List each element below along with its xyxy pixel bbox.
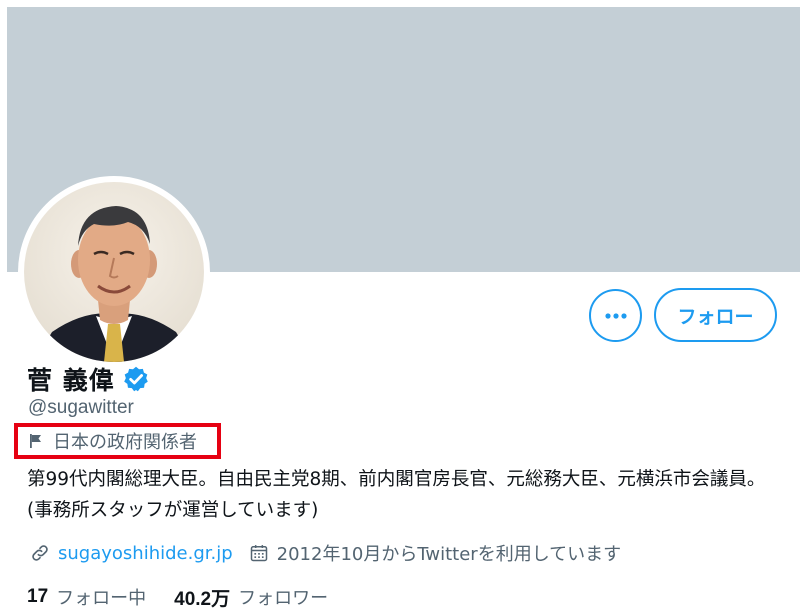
more-dots-icon (604, 312, 627, 319)
government-label[interactable]: 日本の政府関係者 (27, 428, 197, 454)
following-label: フォロー中 (56, 588, 147, 609)
joined-date: 2012年10月からTwitterを利用しています (276, 544, 622, 565)
avatar[interactable] (24, 182, 204, 362)
profile-stats: 17 フォロー中 40.2万 フォロワー (27, 583, 328, 611)
flag-icon (30, 434, 41, 448)
followers-label: フォロワー (238, 588, 329, 609)
followers-count: 40.2万 (174, 588, 231, 610)
website-link[interactable]: sugayoshihide.gr.jp (58, 543, 233, 564)
following-count: 17 (27, 586, 49, 607)
link-icon (32, 545, 48, 561)
verified-badge-icon[interactable] (122, 365, 150, 393)
follow-button[interactable]: フォロー (654, 288, 777, 342)
profile-bio: 第99代内閣総理大臣。自由民主党8期、前内閣官房長官、元総務大臣、元横浜市会議員… (27, 469, 766, 521)
following-stat[interactable]: 17 フォロー中 (27, 584, 146, 610)
profile-name: 菅 義偉 (27, 366, 115, 395)
profile-name-row: 菅 義偉 (27, 361, 150, 397)
government-label-text: 日本の政府関係者 (53, 432, 197, 453)
more-options-button[interactable] (589, 289, 642, 342)
followers-stat[interactable]: 40.2万 フォロワー (174, 584, 328, 611)
profile-handle: @sugawitter (28, 397, 134, 418)
calendar-icon (250, 545, 267, 562)
profile-meta: sugayoshihide.gr.jp 2012年10月からTwitterを利用… (30, 540, 621, 566)
